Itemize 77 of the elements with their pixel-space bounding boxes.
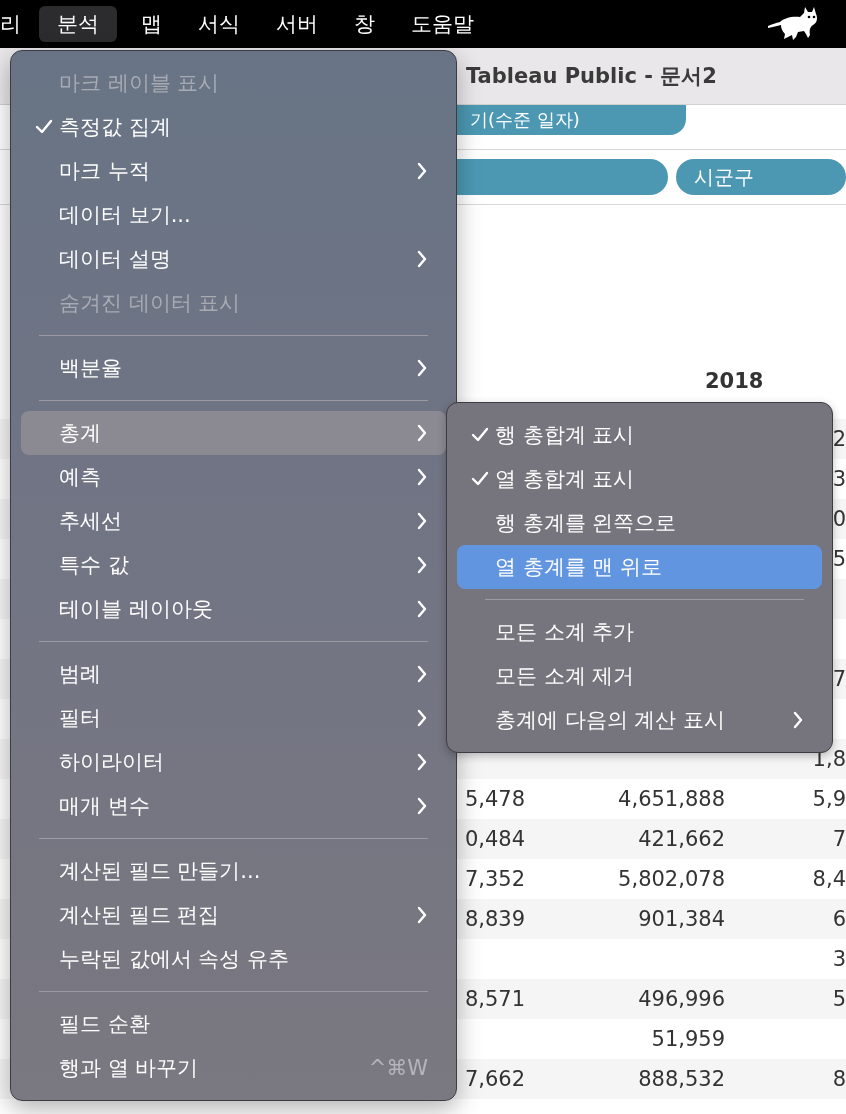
menu-bar-item[interactable]: 서식 (186, 6, 252, 42)
menu-item[interactable]: 행 총합계 표시 (457, 413, 822, 457)
menu-bar-item[interactable]: 리 (0, 6, 33, 42)
chevron-right-icon (416, 906, 428, 924)
table-cell: 0 (832, 507, 846, 531)
table-cell: 6 (832, 907, 846, 931)
menu-item[interactable]: 열 총계를 맨 위로 (457, 545, 822, 589)
chevron-right-icon (416, 797, 428, 815)
checkmark-icon (471, 427, 489, 443)
menu-item[interactable]: 행 총계를 왼쪽으로 (457, 501, 822, 545)
menu-bar-item[interactable]: 창 (342, 6, 387, 42)
table-cell: 7 (832, 667, 846, 691)
chevron-right-icon (416, 468, 428, 486)
table-cell: 51,959 (651, 1027, 725, 1051)
menu-bar-item[interactable]: 도움말 (399, 6, 486, 42)
table-cell: 8,839 (464, 907, 525, 931)
menu-item[interactable]: 테이블 레이아웃 (21, 587, 446, 631)
menu-bar-item[interactable]: 서버 (264, 6, 330, 42)
menu-item[interactable]: 총계 (21, 411, 446, 455)
field-pill[interactable]: 시군구 (675, 159, 846, 195)
table-cell: 901,384 (638, 907, 725, 931)
checkmark-icon (471, 471, 489, 487)
table-cell: 5,478 (464, 787, 525, 811)
menu-item[interactable]: 매개 변수 (21, 784, 446, 828)
menu-item[interactable]: 필터 (21, 696, 446, 740)
table-cell: 3 (832, 467, 846, 491)
chevron-right-icon (416, 709, 428, 727)
menu-item[interactable]: 데이터 보기... (21, 193, 446, 237)
table-cell: 2 (832, 427, 846, 451)
table-cell: 7,352 (464, 867, 525, 891)
menu-item[interactable]: 총계에 다음의 계산 표시 (457, 698, 822, 742)
chevron-right-icon (416, 250, 428, 268)
chevron-right-icon (416, 665, 428, 683)
menu-item[interactable]: 예측 (21, 455, 446, 499)
chevron-right-icon (416, 556, 428, 574)
table-cell: 5 (832, 987, 846, 1011)
menu-item[interactable]: 마크 누적 (21, 149, 446, 193)
window-title: Tableau Public - 문서2 (466, 63, 717, 90)
menu-item[interactable]: 모든 소계 제거 (457, 654, 822, 698)
table-cell: 421,662 (638, 827, 725, 851)
menu-item[interactable]: 누락된 값에서 속성 유추 (21, 937, 446, 981)
menu-item[interactable]: 행과 열 바꾸기 ^⌘W (21, 1046, 446, 1090)
table-cell: 8,571 (464, 987, 525, 1011)
checkmark-icon (35, 119, 53, 135)
menu-item[interactable]: 하이라이터 (21, 740, 446, 784)
chevron-right-icon (416, 512, 428, 530)
table-cell: 7,662 (464, 1067, 525, 1091)
menu-bar-item[interactable]: 맵 (129, 6, 174, 42)
table-cell: 888,532 (638, 1067, 725, 1091)
menu-item[interactable]: 범례 (21, 652, 446, 696)
table-cell: 4,651,888 (618, 787, 725, 811)
menu-item[interactable]: 계산된 필드 만들기... (21, 849, 446, 893)
chevron-right-icon (416, 424, 428, 442)
chevron-right-icon (416, 600, 428, 618)
table-cell: 5 (832, 547, 846, 571)
table-cell: 5,802,078 (618, 867, 725, 891)
menu-bar-item[interactable]: 분석 (39, 6, 117, 42)
table-cell: 8 (832, 1067, 846, 1091)
menu-item[interactable]: 모든 소계 추가 (457, 610, 822, 654)
menu-item[interactable]: 필드 순환 (21, 1002, 446, 1046)
menu-item[interactable]: 데이터 설명 (21, 237, 446, 281)
menu-item[interactable]: 계산된 필드 편집 (21, 893, 446, 937)
menu-item[interactable]: 열 총합계 표시 (457, 457, 822, 501)
table-cell: 5,9 (812, 787, 846, 811)
menu-item[interactable]: 백분율 (21, 346, 446, 390)
table-cell: 496,996 (638, 987, 725, 1011)
menu-item[interactable]: 특수 값 (21, 543, 446, 587)
chevron-right-icon (416, 162, 428, 180)
chevron-right-icon (416, 359, 428, 377)
chevron-right-icon (416, 753, 428, 771)
table-cell: 8,4 (812, 867, 846, 891)
menu-item[interactable]: 추세선 (21, 499, 446, 543)
chevron-right-icon (792, 711, 804, 729)
table-cell: 7 (832, 827, 846, 851)
table-cell: 3 (832, 947, 846, 971)
column-header: 2018 (705, 369, 764, 395)
table-cell: 0,484 (464, 827, 525, 851)
